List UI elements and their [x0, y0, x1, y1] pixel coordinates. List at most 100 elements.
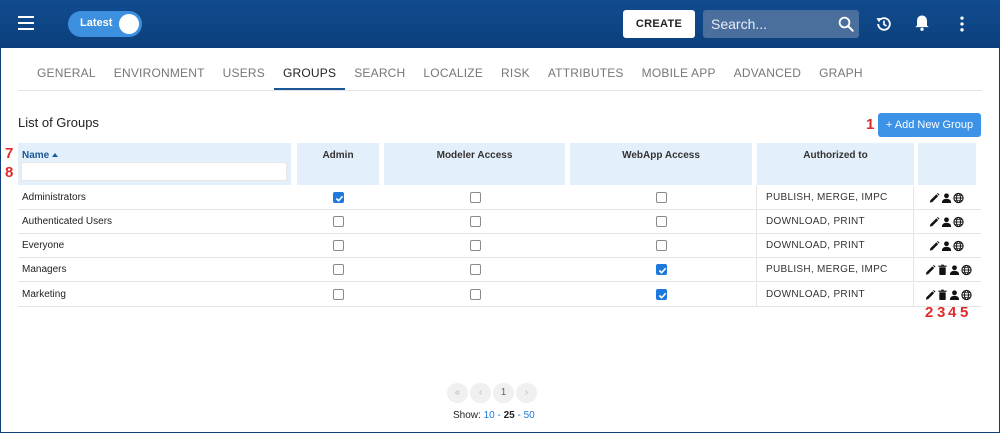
history-icon[interactable]: [874, 14, 894, 34]
toggle-label: Latest: [80, 17, 113, 29]
column-header-name-label: Name: [22, 150, 50, 161]
marker-delete: 3: [937, 304, 946, 321]
modeler-checkbox[interactable]: [470, 240, 481, 251]
group-name: Everyone: [22, 240, 65, 251]
bell-icon[interactable]: [912, 13, 932, 33]
tab-search[interactable]: SEARCH: [345, 58, 414, 90]
marker-users: 4: [948, 304, 957, 321]
authorized-to-cell: DOWNLOAD, PRINT: [756, 283, 914, 306]
tab-localize[interactable]: LOCALIZE: [414, 58, 492, 90]
globe-icon[interactable]: [961, 263, 972, 276]
page-title: List of Groups: [18, 115, 99, 130]
name-filter-input[interactable]: [21, 162, 287, 181]
tab-attributes[interactable]: ATTRIBUTES: [539, 58, 633, 90]
marker-add: 1: [866, 116, 875, 133]
row-actions: [925, 288, 972, 301]
edit-icon[interactable]: [929, 191, 940, 203]
page-size-option[interactable]: 50: [524, 410, 535, 421]
page-size-selector: Show: 10 - 25 - 50: [453, 410, 535, 421]
authorized-to-cell: PUBLISH, MERGE, IMPC: [756, 186, 914, 209]
edit-icon[interactable]: [925, 263, 936, 275]
tab-environment[interactable]: ENVIRONMENT: [105, 58, 214, 90]
page-size-separator: -: [494, 410, 504, 421]
admin-checkbox[interactable]: [333, 216, 344, 227]
tab-divider: [18, 90, 982, 91]
row-actions: [929, 239, 964, 252]
modeler-checkbox[interactable]: [470, 216, 481, 227]
menu-icon[interactable]: [18, 16, 34, 30]
marker-globe: 5: [960, 304, 969, 321]
more-options-icon[interactable]: [952, 14, 972, 34]
edit-icon[interactable]: [925, 288, 936, 300]
row-actions: [929, 215, 964, 228]
group-name: Marketing: [22, 289, 66, 300]
column-header-authorized-to: Authorized to: [757, 143, 914, 185]
marker-name-header: 7: [5, 145, 14, 162]
tab-advanced[interactable]: ADVANCED: [725, 58, 810, 90]
modeler-checkbox[interactable]: [470, 264, 481, 275]
marker-edit: 2: [925, 304, 934, 321]
delete-icon[interactable]: [937, 263, 948, 276]
authorized-to-cell: PUBLISH, MERGE, IMPC: [756, 258, 914, 281]
current-page[interactable]: 1: [493, 383, 514, 403]
search-input[interactable]: [703, 10, 833, 38]
user-icon[interactable]: [949, 288, 960, 301]
user-icon[interactable]: [949, 263, 960, 276]
webapp-checkbox[interactable]: [656, 216, 667, 227]
previous-page-button[interactable]: ‹: [470, 383, 491, 403]
tab-general[interactable]: GENERAL: [28, 58, 105, 90]
globe-icon[interactable]: [953, 215, 964, 228]
tab-graph[interactable]: GRAPH: [810, 58, 872, 90]
row-actions: [929, 191, 964, 204]
table-row: Everyone DOWNLOAD, PRINT: [18, 234, 981, 258]
tab-users[interactable]: USERS: [214, 58, 274, 90]
webapp-checkbox[interactable]: [656, 264, 667, 275]
user-icon[interactable]: [941, 239, 952, 252]
first-page-button[interactable]: «: [447, 383, 468, 403]
add-new-group-button[interactable]: + Add New Group: [878, 113, 981, 137]
admin-checkbox[interactable]: [333, 240, 344, 251]
group-name: Authenticated Users: [22, 216, 113, 227]
webapp-checkbox[interactable]: [656, 192, 667, 203]
modeler-checkbox[interactable]: [470, 192, 481, 203]
admin-checkbox[interactable]: [333, 192, 344, 203]
group-name: Managers: [22, 264, 67, 275]
settings-tabs: GENERAL ENVIRONMENT USERS GROUPS SEARCH LOCAL…: [28, 58, 872, 90]
next-page-button[interactable]: ›: [516, 383, 537, 403]
page-size-option[interactable]: 10: [484, 410, 495, 421]
edit-icon[interactable]: [929, 239, 940, 251]
search-box: [703, 10, 859, 38]
user-icon[interactable]: [941, 191, 952, 204]
table-row: Authenticated Users DOWNLOAD, PRINT: [18, 210, 981, 234]
sort-ascending-icon: [52, 153, 59, 158]
webapp-checkbox[interactable]: [656, 289, 667, 300]
user-icon[interactable]: [941, 215, 952, 228]
admin-checkbox[interactable]: [333, 264, 344, 275]
pagination: « ‹ 1 ›: [447, 383, 537, 403]
page-size-option[interactable]: 25: [504, 410, 515, 421]
table-row: Marketing DOWNLOAD, PRINT: [18, 283, 981, 307]
show-label: Show:: [453, 410, 481, 421]
admin-checkbox[interactable]: [333, 289, 344, 300]
webapp-checkbox[interactable]: [656, 240, 667, 251]
column-header-name[interactable]: Name: [18, 143, 291, 185]
tab-risk[interactable]: RISK: [492, 58, 539, 90]
tab-mobile-app[interactable]: MOBILE APP: [633, 58, 725, 90]
edit-icon[interactable]: [929, 215, 940, 227]
globe-icon[interactable]: [953, 239, 964, 252]
column-header-modeler-access: Modeler Access: [384, 143, 565, 185]
column-header-actions: [918, 143, 976, 185]
globe-icon[interactable]: [953, 191, 964, 204]
marker-filter: 8: [5, 164, 14, 181]
tab-groups[interactable]: GROUPS: [273, 58, 346, 90]
modeler-checkbox[interactable]: [470, 289, 481, 300]
create-button[interactable]: CREATE: [623, 10, 695, 38]
toggle-knob: [119, 14, 139, 34]
column-header-admin: Admin: [297, 143, 379, 185]
search-icon[interactable]: [837, 15, 855, 33]
authorized-to-cell: DOWNLOAD, PRINT: [756, 234, 914, 257]
latest-toggle[interactable]: Latest: [68, 11, 142, 37]
globe-icon[interactable]: [961, 288, 972, 301]
delete-icon[interactable]: [937, 288, 948, 301]
table-row: Administrators PUBLISH, MERGE, IMPC: [18, 186, 981, 210]
